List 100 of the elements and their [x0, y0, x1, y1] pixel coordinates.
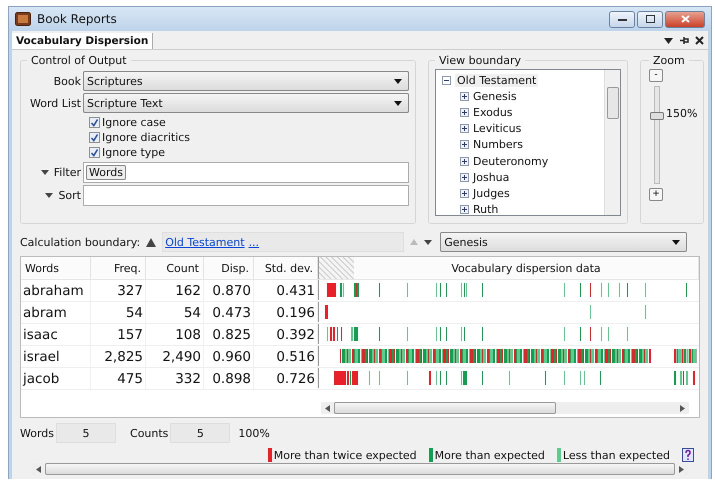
word-cell: isaac — [21, 324, 91, 345]
column-header[interactable]: Count — [146, 257, 204, 279]
caret-icon[interactable] — [424, 240, 432, 244]
word-cell: jacob — [21, 368, 91, 389]
scroll-right-icon[interactable] — [680, 404, 685, 412]
option-checkbox[interactable]: Ignore diacritics — [89, 130, 409, 145]
field-label: Filter — [54, 166, 81, 179]
table-cell: 54 — [91, 302, 146, 323]
caret-icon — [672, 240, 680, 244]
filter-field[interactable]: Words — [83, 162, 409, 183]
word-list-dropdown[interactable]: Scripture Text — [83, 93, 409, 113]
group-title: View boundary — [438, 54, 522, 67]
close-icon — [680, 15, 690, 23]
scroll-left-icon[interactable] — [325, 404, 330, 412]
minimize-button[interactable] — [609, 10, 635, 28]
group-title: Control of Output — [30, 54, 128, 67]
legend-label: More than twice expected — [274, 448, 417, 462]
zoom-out-button[interactable]: - — [649, 69, 663, 82]
expand-icon[interactable] — [460, 172, 469, 182]
scroll-right-icon[interactable] — [679, 466, 684, 472]
table-cell: 0.196 — [254, 302, 318, 323]
option-checkbox[interactable]: Ignore type — [89, 145, 409, 160]
column-header[interactable]: Freq. — [91, 257, 146, 279]
zoom-in-button[interactable]: + — [649, 188, 663, 201]
tree-item[interactable]: Old Testament — [455, 74, 538, 87]
table-cell: 0.825 — [204, 324, 254, 345]
tree-item[interactable]: Numbers — [473, 138, 523, 152]
legend-label: More than expected — [434, 448, 545, 462]
maximize-icon — [646, 15, 654, 23]
table-cell: 0.392 — [254, 324, 318, 345]
legend-label: Less than expected — [562, 448, 670, 462]
tree-item[interactable]: Leviticus — [473, 122, 522, 136]
caret-icon[interactable] — [40, 170, 49, 175]
field-label: Book — [52, 74, 82, 88]
vertical-scrollbar[interactable] — [604, 70, 620, 215]
expand-icon[interactable] — [460, 205, 469, 214]
table-cell: 0.431 — [254, 280, 318, 301]
expand-icon[interactable] — [460, 156, 469, 166]
more-link[interactable]: ... — [248, 236, 260, 248]
minimize-icon — [618, 18, 626, 20]
word-cell: abram — [21, 302, 91, 323]
word-cell: abraham — [21, 280, 91, 301]
table-cell: 2,825 — [91, 346, 146, 367]
percent-label: 100% — [238, 426, 270, 440]
table-cell: 0.898 — [204, 368, 254, 389]
dropdown-icon[interactable] — [664, 36, 673, 44]
field-label: Word List — [29, 96, 82, 110]
caret-icon[interactable] — [45, 193, 54, 198]
scroll-left-icon[interactable] — [36, 466, 41, 472]
tree-item[interactable]: Joshua — [473, 170, 510, 184]
sort-field[interactable] — [83, 185, 409, 206]
tree-item[interactable]: Exodus — [473, 106, 513, 119]
book-dropdown[interactable]: Scriptures — [83, 71, 409, 91]
window-title: Book Reports — [37, 12, 117, 26]
caret-icon — [394, 78, 402, 84]
close-icon[interactable] — [695, 36, 704, 45]
book-dropdown[interactable]: Genesis — [440, 232, 688, 252]
expand-icon[interactable] — [460, 92, 469, 101]
filter-token[interactable]: Words — [86, 165, 126, 180]
table-cell: 162 — [146, 280, 204, 301]
help-icon[interactable] — [682, 448, 694, 462]
expand-icon[interactable] — [460, 188, 469, 198]
table-cell: 157 — [91, 324, 146, 345]
group-title: Zoom — [652, 54, 686, 67]
word-cell: israel — [21, 346, 91, 367]
book-icon — [15, 12, 31, 26]
zoom-reading: 150% — [666, 107, 698, 122]
hatched-header — [319, 257, 354, 279]
slider-thumb[interactable] — [650, 112, 664, 120]
table-cell: 0.473 — [204, 302, 254, 323]
tree-item[interactable]: Genesis — [473, 90, 517, 103]
words-count-field: 5 — [56, 423, 116, 443]
expand-icon[interactable] — [460, 124, 469, 134]
view-tab[interactable]: Vocabulary Dispersion — [12, 33, 154, 49]
table-cell: 0.726 — [254, 368, 318, 389]
column-header[interactable]: Std. dev. — [254, 257, 318, 279]
table-cell: 0.870 — [204, 280, 254, 301]
maximize-button[interactable] — [637, 10, 663, 28]
tree-item[interactable]: Ruth — [473, 203, 498, 215]
table-cell: 0.516 — [254, 346, 318, 367]
option-checkbox[interactable]: Ignore case — [89, 115, 409, 130]
counts-label: Counts — [130, 426, 168, 440]
close-button[interactable] — [665, 10, 705, 28]
column-header[interactable]: Vocabulary dispersion data — [354, 262, 698, 274]
tree-item[interactable]: Judges — [473, 186, 510, 200]
collapse-icon[interactable] — [442, 76, 451, 85]
words-label: Words — [20, 426, 54, 440]
table-cell: 327 — [91, 280, 146, 301]
column-header[interactable]: Words — [21, 257, 91, 279]
table-cell: 54 — [146, 302, 204, 323]
table-cell: 0.960 — [204, 346, 254, 367]
pin-icon[interactable] — [679, 36, 689, 45]
expand-icon[interactable] — [460, 108, 469, 117]
horizontal-scrollbar[interactable] — [321, 402, 689, 414]
boundary-link[interactable]: Old Testament — [165, 236, 245, 248]
table-cell: 475 — [91, 368, 146, 389]
expand-icon[interactable] — [460, 140, 469, 150]
tree-item[interactable]: Deuteronomy — [473, 154, 548, 168]
up-triangle-icon[interactable] — [146, 238, 156, 246]
column-header[interactable]: Disp. — [204, 257, 254, 279]
